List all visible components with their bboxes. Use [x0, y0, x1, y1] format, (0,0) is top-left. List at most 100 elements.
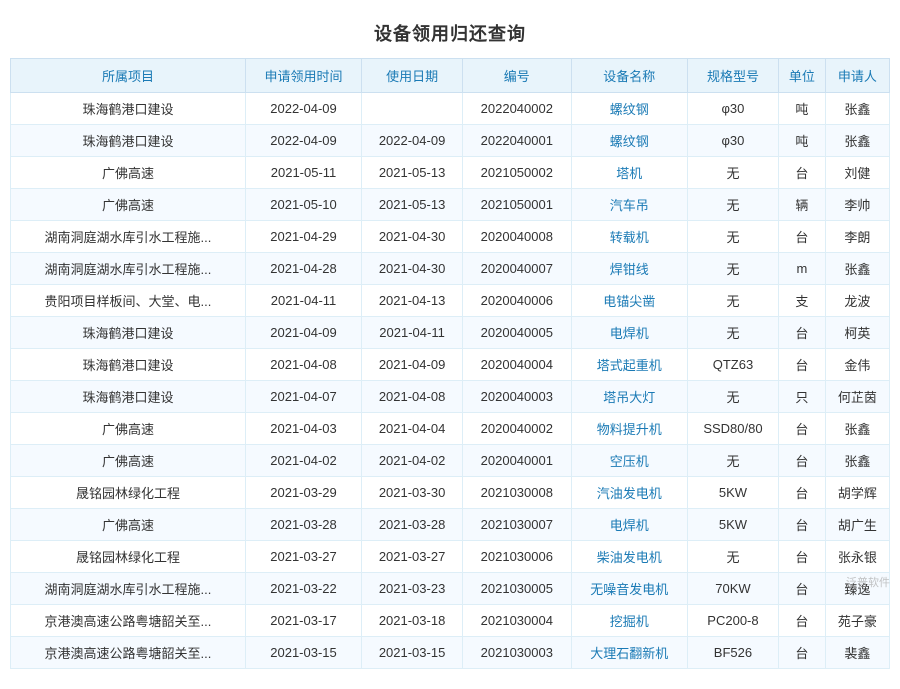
applicant-cell: 张永银: [825, 541, 889, 573]
device-link[interactable]: 柴油发电机: [597, 550, 662, 565]
device-link[interactable]: 电焊机: [610, 326, 649, 341]
device-link[interactable]: 汽油发电机: [597, 486, 662, 501]
device-cell[interactable]: 柴油发电机: [571, 541, 687, 573]
device-cell[interactable]: 电焊机: [571, 317, 687, 349]
unit-cell: 台: [779, 445, 826, 477]
use-date-cell: 2021-04-09: [362, 349, 463, 381]
code-cell: 2020040006: [463, 285, 572, 317]
device-cell[interactable]: 螺纹钢: [571, 125, 687, 157]
spec-cell: 无: [687, 189, 778, 221]
table-row: 京港澳高速公路粤塘韶关至...2021-03-152021-03-1520210…: [11, 637, 890, 669]
device-cell[interactable]: 汽油发电机: [571, 477, 687, 509]
apply-date-cell: 2021-04-09: [245, 317, 361, 349]
project-cell: 湖南洞庭湖水库引水工程施...: [11, 253, 246, 285]
use-date-cell: 2021-03-30: [362, 477, 463, 509]
device-cell[interactable]: 焊钳线: [571, 253, 687, 285]
table-row: 晟铭园林绿化工程2021-03-272021-03-272021030006柴油…: [11, 541, 890, 573]
table-header: 所属项目申请领用时间使用日期编号设备名称规格型号单位申请人: [11, 59, 890, 93]
use-date-cell: 2021-05-13: [362, 189, 463, 221]
device-link[interactable]: 汽车吊: [610, 198, 649, 213]
device-cell[interactable]: 转载机: [571, 221, 687, 253]
device-link[interactable]: 转载机: [610, 230, 649, 245]
spec-cell: φ30: [687, 93, 778, 125]
apply-date-cell: 2021-03-15: [245, 637, 361, 669]
use-date-cell: 2021-05-13: [362, 157, 463, 189]
table-row: 珠海鹤港口建设2022-04-092022040002螺纹钢φ30吨张鑫: [11, 93, 890, 125]
applicant-cell: 张鑫: [825, 445, 889, 477]
device-link[interactable]: 大理石翻新机: [590, 646, 668, 661]
apply-date-cell: 2021-04-11: [245, 285, 361, 317]
column-header: 编号: [463, 59, 572, 93]
table-row: 湖南洞庭湖水库引水工程施...2021-04-292021-04-3020200…: [11, 221, 890, 253]
apply-date-cell: 2021-04-08: [245, 349, 361, 381]
table-row: 珠海鹤港口建设2021-04-092021-04-112020040005电焊机…: [11, 317, 890, 349]
unit-cell: 台: [779, 509, 826, 541]
use-date-cell: 2021-04-11: [362, 317, 463, 349]
code-cell: 2021030007: [463, 509, 572, 541]
use-date-cell: 2021-03-28: [362, 509, 463, 541]
device-link[interactable]: 空压机: [610, 454, 649, 469]
code-cell: 2021030008: [463, 477, 572, 509]
device-cell[interactable]: 物料提升机: [571, 413, 687, 445]
column-header: 设备名称: [571, 59, 687, 93]
watermark-text: 泛普软件: [846, 574, 890, 590]
apply-date-cell: 2021-04-02: [245, 445, 361, 477]
device-link[interactable]: 无噪音发电机: [590, 582, 668, 597]
device-link[interactable]: 物料提升机: [597, 422, 662, 437]
device-cell[interactable]: 挖掘机: [571, 605, 687, 637]
project-cell: 珠海鹤港口建设: [11, 93, 246, 125]
device-cell[interactable]: 汽车吊: [571, 189, 687, 221]
device-link[interactable]: 电锚尖凿: [603, 294, 655, 309]
code-cell: 2020040001: [463, 445, 572, 477]
device-link[interactable]: 焊钳线: [610, 262, 649, 277]
spec-cell: 无: [687, 221, 778, 253]
table-row: 珠海鹤港口建设2021-04-082021-04-092020040004塔式起…: [11, 349, 890, 381]
apply-date-cell: 2021-04-07: [245, 381, 361, 413]
device-cell[interactable]: 大理石翻新机: [571, 637, 687, 669]
spec-cell: 无: [687, 253, 778, 285]
applicant-cell: 何芷茵: [825, 381, 889, 413]
device-link[interactable]: 挖掘机: [610, 614, 649, 629]
column-header: 所属项目: [11, 59, 246, 93]
device-cell[interactable]: 塔式起重机: [571, 349, 687, 381]
project-cell: 广佛高速: [11, 189, 246, 221]
device-cell[interactable]: 塔机: [571, 157, 687, 189]
device-link[interactable]: 螺纹钢: [610, 134, 649, 149]
device-cell[interactable]: 螺纹钢: [571, 93, 687, 125]
device-cell[interactable]: 电焊机: [571, 509, 687, 541]
device-link[interactable]: 塔吊大灯: [603, 390, 655, 405]
use-date-cell: 2021-03-18: [362, 605, 463, 637]
spec-cell: 无: [687, 317, 778, 349]
project-cell: 广佛高速: [11, 445, 246, 477]
device-link[interactable]: 螺纹钢: [610, 102, 649, 117]
device-link[interactable]: 电焊机: [610, 518, 649, 533]
device-cell[interactable]: 空压机: [571, 445, 687, 477]
unit-cell: 台: [779, 605, 826, 637]
applicant-cell: 张鑫: [825, 125, 889, 157]
table-row: 广佛高速2021-05-102021-05-132021050001汽车吊无辆李…: [11, 189, 890, 221]
unit-cell: 台: [779, 349, 826, 381]
project-cell: 京港澳高速公路粤塘韶关至...: [11, 637, 246, 669]
unit-cell: 只: [779, 381, 826, 413]
project-cell: 晟铭园林绿化工程: [11, 477, 246, 509]
table-row: 广佛高速2021-03-282021-03-282021030007电焊机5KW…: [11, 509, 890, 541]
unit-cell: 台: [779, 477, 826, 509]
project-cell: 贵阳项目样板间、大堂、电...: [11, 285, 246, 317]
use-date-cell: 2021-04-02: [362, 445, 463, 477]
applicant-cell: 张鑫: [825, 93, 889, 125]
code-cell: 2022040002: [463, 93, 572, 125]
code-cell: 2020040004: [463, 349, 572, 381]
device-link[interactable]: 塔机: [616, 166, 642, 181]
table-body: 珠海鹤港口建设2022-04-092022040002螺纹钢φ30吨张鑫珠海鹤港…: [11, 93, 890, 669]
project-cell: 广佛高速: [11, 157, 246, 189]
unit-cell: 辆: [779, 189, 826, 221]
device-link[interactable]: 塔式起重机: [597, 358, 662, 373]
device-cell[interactable]: 塔吊大灯: [571, 381, 687, 413]
table-container: 所属项目申请领用时间使用日期编号设备名称规格型号单位申请人 珠海鹤港口建设202…: [0, 58, 900, 669]
applicant-cell: 胡广生: [825, 509, 889, 541]
header-row: 所属项目申请领用时间使用日期编号设备名称规格型号单位申请人: [11, 59, 890, 93]
project-cell: 广佛高速: [11, 413, 246, 445]
use-date-cell: 2021-04-08: [362, 381, 463, 413]
spec-cell: 5KW: [687, 477, 778, 509]
device-cell[interactable]: 电锚尖凿: [571, 285, 687, 317]
